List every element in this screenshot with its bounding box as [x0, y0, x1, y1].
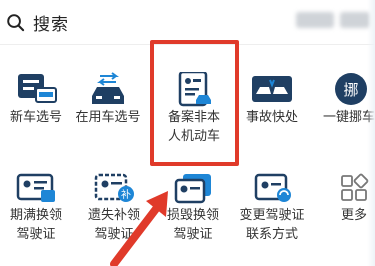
new-car-icon	[18, 74, 57, 103]
service-label-line2: 联系方式	[245, 227, 298, 242]
service-label-line2: 驾驶证	[16, 227, 56, 242]
service-new-car-plate[interactable]: 新车选号	[0, 72, 72, 127]
top-bar: 搜索	[0, 0, 375, 44]
move-car-icon: 挪	[335, 73, 367, 105]
pointer-arrow-icon	[110, 191, 168, 266]
blurred-region	[296, 12, 334, 28]
service-label: 事故快处	[245, 110, 298, 125]
svg-text:挪: 挪	[343, 81, 358, 99]
search-bar[interactable]: 搜索	[6, 10, 126, 35]
service-license-renew[interactable]: 期满换领 驾驶证	[0, 172, 72, 244]
service-label: 期满换领	[9, 208, 62, 223]
service-move-car[interactable]: 挪 一键挪车	[313, 72, 375, 127]
blurred-region	[340, 12, 370, 28]
license-contact-icon	[254, 173, 291, 202]
service-accident[interactable]: 事故快处	[236, 72, 308, 127]
accident-icon	[252, 76, 292, 102]
service-label: 一键挪车	[322, 110, 375, 125]
search-icon	[7, 13, 25, 31]
service-car-in-use-plate[interactable]: 在用车选号	[72, 72, 144, 127]
scroll-edge	[367, 0, 375, 266]
service-label: 新车选号	[9, 110, 62, 125]
service-label: 变更驾驶证	[239, 208, 305, 223]
car-in-use-icon	[92, 72, 124, 104]
search-label: 搜索	[33, 14, 69, 35]
license-renew-icon	[16, 173, 55, 202]
highlight-box	[150, 40, 239, 166]
service-label: 在用车选号	[75, 110, 141, 125]
service-license-contact[interactable]: 变更驾驶证 联系方式	[236, 172, 308, 244]
